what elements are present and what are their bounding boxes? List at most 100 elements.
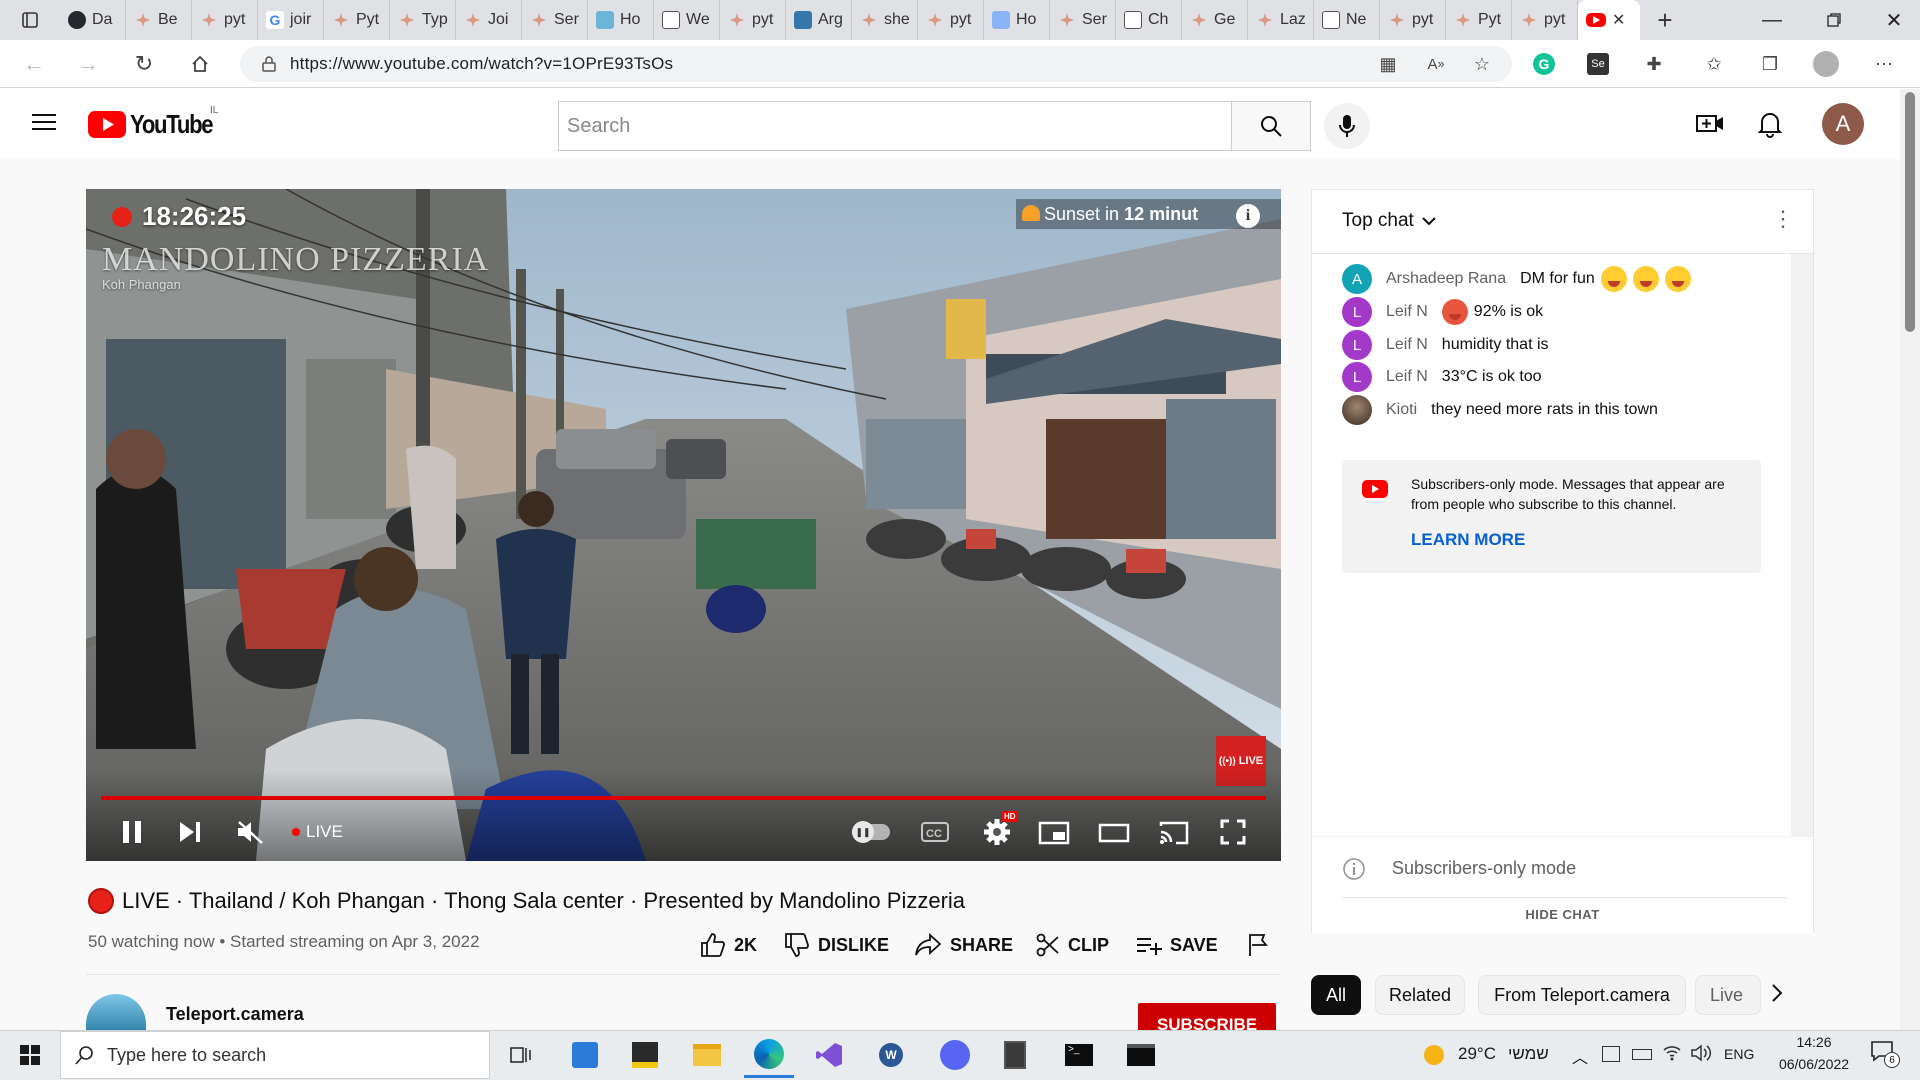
- edge-browser-icon[interactable]: [744, 1032, 794, 1078]
- filter-chip[interactable]: From Teleport.camera: [1478, 975, 1686, 1015]
- clip-button[interactable]: CLIP: [1036, 930, 1109, 960]
- create-video-icon[interactable]: [1696, 111, 1724, 137]
- browser-tab[interactable]: Da: [60, 0, 126, 40]
- chat-avatar[interactable]: [1342, 395, 1372, 425]
- browser-tab[interactable]: Typ: [390, 0, 456, 40]
- profile-icon[interactable]: [1810, 48, 1842, 80]
- weather-condition[interactable]: שמשי: [1508, 1044, 1549, 1064]
- battery-icon[interactable]: [1632, 1049, 1652, 1060]
- refresh-icon[interactable]: ↻: [120, 40, 168, 88]
- task-view-icon[interactable]: [496, 1032, 546, 1078]
- share-button[interactable]: SHARE: [914, 930, 1013, 960]
- save-button[interactable]: SAVE: [1136, 930, 1218, 960]
- selenium-icon[interactable]: Se: [1582, 48, 1614, 80]
- report-flag-icon[interactable]: [1246, 930, 1270, 960]
- sticky-notes-icon[interactable]: [620, 1032, 670, 1078]
- browser-tab[interactable]: Be: [126, 0, 192, 40]
- browser-tab[interactable]: Gjoir: [258, 0, 324, 40]
- home-icon[interactable]: [176, 40, 224, 88]
- weather-temperature[interactable]: 29°C: [1458, 1044, 1496, 1064]
- live-indicator[interactable]: LIVE: [292, 822, 343, 842]
- close-tab-icon[interactable]: ✕: [1612, 10, 1625, 30]
- favorite-add-icon[interactable]: ☆: [1466, 48, 1498, 80]
- video-player[interactable]: 18:26:25 MANDOLINO PIZZERIA Koh Phangan …: [86, 189, 1281, 861]
- language-indicator[interactable]: ENG: [1724, 1046, 1754, 1062]
- file-explorer-icon[interactable]: [682, 1032, 732, 1078]
- info-icon[interactable]: i: [1236, 204, 1260, 228]
- subscribe-button[interactable]: SUBSCRIBE: [1138, 1003, 1276, 1031]
- wifi-icon[interactable]: [1662, 1042, 1682, 1062]
- browser-tab[interactable]: Laz: [1248, 0, 1314, 40]
- read-aloud-icon[interactable]: A»: [1420, 48, 1452, 80]
- miniplayer-icon[interactable]: [1038, 821, 1070, 845]
- browser-tab[interactable]: Pyt: [324, 0, 390, 40]
- browser-tab[interactable]: Pyt: [1446, 0, 1512, 40]
- notification-center-icon[interactable]: 6: [1870, 1040, 1900, 1068]
- browser-tab[interactable]: Arg: [786, 0, 852, 40]
- dislike-button[interactable]: DISLIKE: [784, 930, 889, 960]
- calculator-icon[interactable]: [990, 1032, 1040, 1078]
- filter-chip[interactable]: Live: [1695, 975, 1761, 1015]
- browser-tab[interactable]: Ho: [588, 0, 654, 40]
- word-app-icon[interactable]: W: [866, 1032, 916, 1078]
- hamburger-menu-icon[interactable]: [32, 112, 56, 132]
- chat-author[interactable]: Leif N: [1386, 303, 1428, 321]
- hide-chat-button[interactable]: HIDE CHAT: [1312, 907, 1813, 922]
- fullscreen-icon[interactable]: [1220, 819, 1246, 845]
- browser-tab[interactable]: Ho: [984, 0, 1050, 40]
- chat-more-icon[interactable]: ⋮: [1772, 208, 1794, 230]
- grammarly-icon[interactable]: G: [1528, 48, 1560, 80]
- close-window-icon[interactable]: ✕: [1866, 0, 1920, 40]
- browser-tab[interactable]: pyt: [720, 0, 786, 40]
- more-menu-icon[interactable]: ⋯: [1868, 48, 1900, 80]
- new-tab-button[interactable]: +: [1640, 0, 1690, 40]
- windows-start-icon[interactable]: [0, 1030, 60, 1080]
- cast-icon[interactable]: [1158, 820, 1190, 846]
- filter-chip[interactable]: All: [1311, 975, 1361, 1015]
- theater-mode-icon[interactable]: [1098, 823, 1130, 843]
- next-icon[interactable]: [178, 820, 202, 844]
- account-avatar[interactable]: A: [1822, 103, 1864, 145]
- tab-youtube-active[interactable]: ✕: [1578, 0, 1640, 40]
- chat-author[interactable]: Leif N: [1386, 368, 1428, 386]
- muted-volume-icon[interactable]: [236, 819, 264, 845]
- tab-actions-icon[interactable]: [0, 0, 60, 40]
- tray-app-icon[interactable]: [1602, 1046, 1620, 1062]
- browser-tab[interactable]: Ge: [1182, 0, 1248, 40]
- chat-avatar[interactable]: L: [1342, 330, 1372, 360]
- chat-author[interactable]: Arshadeep Rana: [1386, 270, 1506, 288]
- channel-name[interactable]: Teleport.camera: [166, 1004, 304, 1025]
- url-field[interactable]: https://www.youtube.com/watch?v=1OPrE93T…: [240, 46, 1512, 82]
- autoplay-toggle[interactable]: ❚❚: [852, 821, 890, 843]
- favorites-icon[interactable]: ✩: [1698, 48, 1730, 80]
- chat-author[interactable]: Leif N: [1386, 336, 1428, 354]
- volume-icon[interactable]: [1690, 1043, 1712, 1063]
- browser-tab[interactable]: Ch: [1116, 0, 1182, 40]
- scrollbar-thumb[interactable]: [1905, 92, 1915, 332]
- forward-icon[interactable]: →: [64, 40, 112, 88]
- calendar-app-icon[interactable]: [560, 1032, 610, 1078]
- chat-scrollbar[interactable]: [1791, 254, 1813, 836]
- chat-author[interactable]: Kioti: [1386, 401, 1417, 419]
- weather-icon[interactable]: [1424, 1045, 1444, 1065]
- notifications-bell-icon[interactable]: [1758, 110, 1782, 138]
- browser-tab[interactable]: pyt: [192, 0, 258, 40]
- search-input[interactable]: Search: [558, 101, 1232, 151]
- apps-icon[interactable]: ▦: [1372, 48, 1404, 80]
- back-icon[interactable]: ←: [10, 40, 58, 88]
- extensions-icon[interactable]: ✚: [1638, 48, 1670, 80]
- minimize-icon[interactable]: —: [1744, 0, 1800, 40]
- voice-search-button[interactable]: [1324, 103, 1370, 149]
- chat-avatar[interactable]: L: [1342, 362, 1372, 392]
- filter-chip[interactable]: Related: [1375, 975, 1465, 1015]
- pause-icon[interactable]: [120, 819, 144, 845]
- tray-chevron-icon[interactable]: ︿: [1572, 1044, 1588, 1068]
- clock-time[interactable]: 14:26: [1774, 1034, 1854, 1050]
- settings-gear-icon[interactable]: HD: [982, 811, 1018, 847]
- browser-tab[interactable]: pyt: [1380, 0, 1446, 40]
- chat-header[interactable]: Top chat: [1342, 210, 1436, 232]
- browser-tab[interactable]: pyt: [918, 0, 984, 40]
- visual-studio-icon[interactable]: [804, 1032, 854, 1078]
- chat-avatar[interactable]: L: [1342, 297, 1372, 327]
- taskbar-search-box[interactable]: Type here to search: [60, 1031, 490, 1079]
